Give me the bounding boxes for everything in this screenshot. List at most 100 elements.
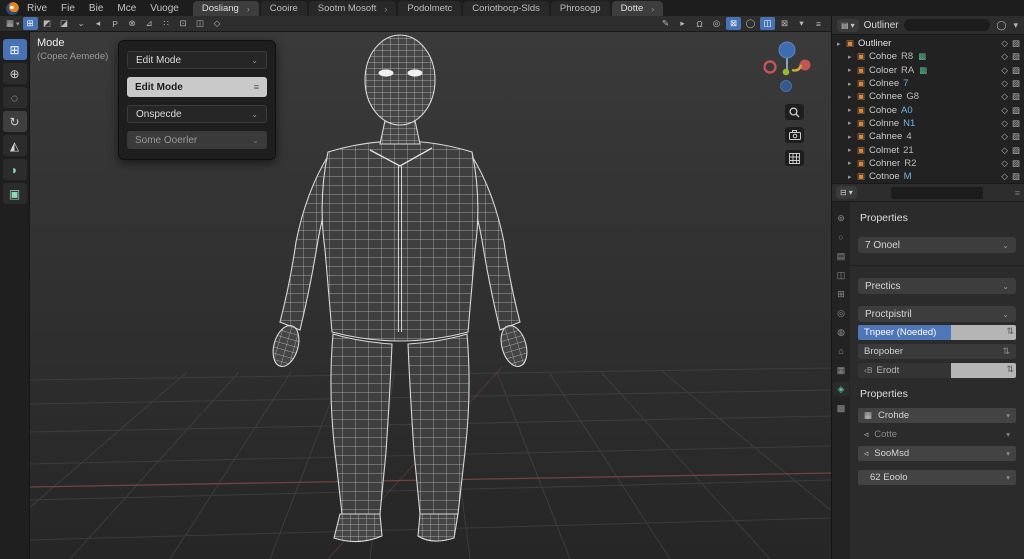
menu-item[interactable]: Mce	[117, 3, 136, 14]
navigation-gizmo[interactable]	[763, 40, 811, 98]
outliner-row[interactable]: ▸ ▣ Colnne N1 ▩ ◇ ▨	[832, 117, 1024, 130]
tab-render[interactable]: ○	[833, 230, 849, 244]
workspace-tab[interactable]: Dotte ›	[611, 1, 664, 16]
workspace-tab[interactable]: Cooire	[260, 1, 307, 16]
selectable-diamond-icon[interactable]: ◇	[1001, 131, 1008, 142]
tab-view-layer[interactable]: ◫	[833, 268, 849, 282]
properties-editor-type-icon[interactable]: ⊟ ▾	[836, 186, 857, 199]
menu-item[interactable]: Rive	[27, 3, 47, 14]
value-field[interactable]: ⇅	[951, 363, 1016, 378]
disclosure-triangle-icon[interactable]: ▸	[848, 106, 857, 114]
properties-button[interactable]: ◃ Cotte ▾	[858, 427, 1016, 442]
tab-physics[interactable]: ◈	[833, 382, 849, 396]
cursor-tool[interactable]: ⊕	[2, 63, 27, 84]
menu-item[interactable]: Vuoge	[150, 3, 179, 14]
outliner-search-input[interactable]	[903, 19, 991, 31]
value-field[interactable]: ⇅	[951, 325, 1016, 340]
selectable-diamond-icon[interactable]: ◇	[1001, 91, 1008, 102]
tab-modifiers[interactable]: ⌂	[833, 344, 849, 358]
mode-select-icon[interactable]: ⊞	[22, 17, 38, 30]
outliner-row[interactable]: ▸ ▣ Cohner R2 ▩ ◇ ▨	[832, 157, 1024, 170]
selectable-diamond-icon[interactable]: ◇	[1001, 78, 1008, 89]
stepper-icon[interactable]: ⇅	[1006, 326, 1014, 337]
selectable-diamond-icon[interactable]: ◇	[1001, 145, 1008, 156]
selectable-diamond-icon[interactable]: ◇	[1001, 51, 1008, 62]
render-visibility-icon[interactable]: ▨	[1012, 145, 1020, 156]
menu-item[interactable]: Bie	[89, 3, 103, 14]
tab-particles[interactable]: ▦	[833, 363, 849, 377]
properties-button[interactable]: 62 Eoolo ▾	[858, 470, 1016, 485]
snap-magnet-icon[interactable]: Ω	[692, 17, 707, 30]
render-visibility-icon[interactable]: ▨	[1012, 105, 1020, 116]
shading-solid-icon[interactable]: ◫	[760, 17, 775, 30]
disclosure-triangle-icon[interactable]: ▸	[848, 80, 857, 88]
stepper-icon[interactable]: ⇅	[1002, 346, 1010, 357]
spin-tool[interactable]: ◗	[2, 159, 27, 180]
render-visibility-icon[interactable]: ▨	[1012, 171, 1020, 182]
outliner-menu-icon[interactable]: ▾	[1012, 20, 1019, 31]
disclosure-triangle-icon[interactable]: ▸	[837, 40, 846, 48]
workspace-tab[interactable]: Phrosogp	[550, 1, 610, 16]
selectable-diamond-icon[interactable]: ◇	[1001, 118, 1008, 129]
workspace-tab[interactable]: Sootm Mosoft ›	[308, 1, 397, 16]
disclosure-triangle-icon[interactable]: ▸	[848, 133, 857, 141]
filter-icon[interactable]: ◯	[995, 20, 1007, 31]
proportional-editing-icon[interactable]: ⊡	[176, 17, 191, 30]
mode-panel-row[interactable]: Some Ooerler ⌄	[127, 131, 267, 149]
overlays-icon[interactable]: ≡	[811, 17, 826, 30]
expand-icon[interactable]: ▸	[675, 17, 690, 30]
mode-panel-row[interactable]: Edit Mode ⌄	[127, 51, 267, 69]
menu-item[interactable]: Fie	[61, 3, 75, 14]
app-logo-icon[interactable]	[6, 1, 19, 15]
render-visibility-icon[interactable]: ▨	[1012, 38, 1020, 49]
snap-icon[interactable]: ∷	[159, 17, 174, 30]
selectable-diamond-icon[interactable]: ◇	[1001, 171, 1008, 182]
options-icon[interactable]: ◇	[210, 17, 225, 30]
outliner-row[interactable]: ▸ ▣ Cohoe R8 ▩ ◇ ▨	[832, 50, 1024, 63]
render-visibility-icon[interactable]: ▨	[1012, 131, 1020, 142]
disclosure-triangle-icon[interactable]: ▸	[848, 146, 857, 154]
tab-constraints[interactable]: ▩	[833, 401, 849, 415]
zoom-icon[interactable]	[785, 104, 804, 120]
properties-search-input[interactable]	[890, 186, 983, 199]
viewport-3d[interactable]: Mode (Copec Aemede) Edit Mode ⌄ Edit Mod…	[30, 32, 831, 559]
selectable-diamond-icon[interactable]: ◇	[1001, 65, 1008, 76]
mode-panel-row[interactable]: Edit Mode ⌄	[127, 77, 267, 97]
properties-button[interactable]: ◃ SooMsd ▾	[858, 446, 1016, 461]
render-visibility-icon[interactable]: ▨	[1012, 118, 1020, 129]
outliner-row[interactable]: ▸ ▣ Cohnee G8 ▩ ◇ ▨	[832, 90, 1024, 103]
disclosure-triangle-icon[interactable]: ▸	[848, 159, 857, 167]
tab-tool[interactable]: ⊚	[833, 211, 849, 225]
camera-view-icon[interactable]	[785, 127, 804, 143]
view-menu-icon[interactable]: ⌄	[74, 17, 89, 30]
rotate-tool[interactable]: ↻	[2, 111, 27, 132]
selectable-diamond-icon[interactable]: ◇	[1001, 38, 1008, 49]
disclosure-triangle-icon[interactable]: ▸	[848, 66, 857, 74]
pivot-point-icon[interactable]: ◫	[193, 17, 208, 30]
outliner-row[interactable]: ▸ ▣ Outliner ▩ ◇ ▨	[832, 37, 1024, 50]
lasso-select-tool[interactable]: ◌	[2, 87, 27, 108]
selectable-diamond-icon[interactable]: ◇	[1001, 105, 1008, 116]
disclosure-triangle-icon[interactable]: ▸	[848, 93, 857, 101]
shading-wireframe-icon[interactable]: ◯	[743, 17, 758, 30]
proportional-edit-icon[interactable]: ◎	[709, 17, 724, 30]
tab-scene[interactable]: ⊞	[833, 287, 849, 301]
outliner-editor-type-icon[interactable]: ▤ ▾	[837, 18, 859, 32]
properties-dropdown-3[interactable]: Proctpistril ⌄	[858, 306, 1016, 322]
transform-orientation-icon[interactable]: ⊿	[142, 17, 157, 30]
render-visibility-icon[interactable]: ▨	[1012, 158, 1020, 169]
disclosure-triangle-icon[interactable]: ▸	[848, 53, 857, 61]
outliner-row[interactable]: ▸ ▣ Colmet 21 ▩ ◇ ▨	[832, 143, 1024, 156]
editor-type-icon[interactable]: ▦	[5, 17, 21, 30]
disclosure-triangle-icon[interactable]: ▸	[848, 119, 857, 127]
selectable-diamond-icon[interactable]: ◇	[1001, 158, 1008, 169]
xray-toggle-icon[interactable]: ⊠	[726, 17, 741, 30]
shading-material-icon[interactable]: ⊠	[777, 17, 792, 30]
properties-button[interactable]: ▦ Crohde ▾	[858, 408, 1016, 423]
shading-dropdown-icon[interactable]: ▾	[794, 17, 809, 30]
workspace-tab[interactable]: Dosliang ›	[192, 1, 259, 16]
mesh-menu-icon[interactable]: ⊗	[125, 17, 140, 30]
grid-toggle-icon[interactable]	[785, 150, 804, 166]
outliner-row[interactable]: ▸ ▣ Cahnee 4 ▩ ◇ ▨	[832, 130, 1024, 143]
outliner-row[interactable]: ▸ ▣ Cohoe A0 ▩ ◇ ▨	[832, 103, 1024, 116]
